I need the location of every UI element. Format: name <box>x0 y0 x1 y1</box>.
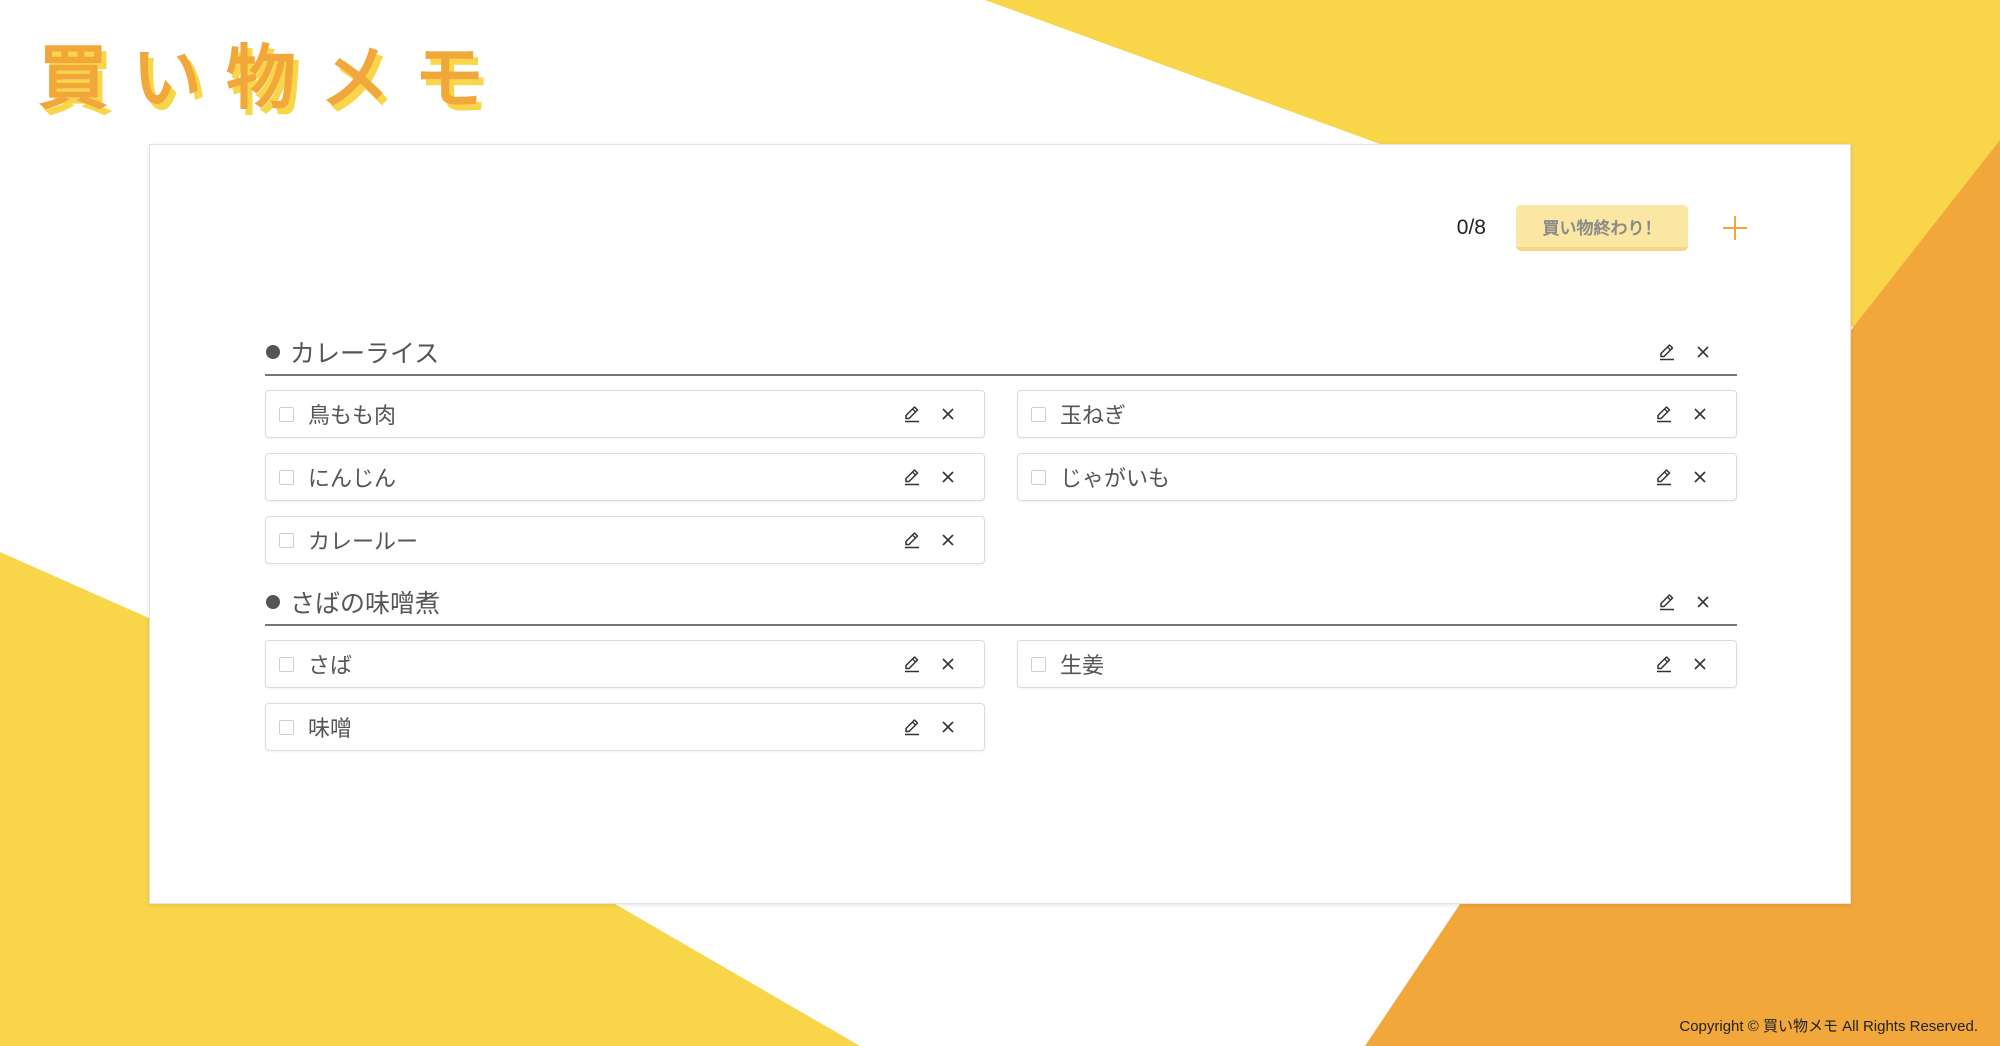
item-actions <box>900 465 960 489</box>
section-header: カレーライス <box>265 330 1737 376</box>
bullet-icon <box>266 595 280 609</box>
item-checkbox[interactable] <box>279 406 294 422</box>
shopping-list-card: 0/8 買い物終わり！ カレーライス鳥もも肉 玉ねぎにんじん じゃがいもカレールーさ… <box>149 144 1851 904</box>
item-actions <box>1652 465 1712 489</box>
item-grid: さば 生姜味噌 <box>265 640 1737 751</box>
item-label: 鳥もも肉 <box>308 404 397 429</box>
item-checkbox[interactable] <box>1031 469 1046 485</box>
section-actions <box>1655 590 1715 614</box>
pencil-icon[interactable] <box>1655 340 1679 364</box>
item-label: にんじん <box>308 467 397 492</box>
close-icon[interactable] <box>1688 652 1712 676</box>
progress-counter: 0/8 <box>1456 216 1486 239</box>
list-item: 鳥もも肉 <box>265 390 985 438</box>
pencil-icon[interactable] <box>1652 652 1676 676</box>
page: 買い物メモ 0/8 買い物終わり！ カレーライス鳥もも肉 玉ねぎにんじん じゃがいも… <box>0 0 2000 1046</box>
item-actions <box>900 652 960 676</box>
section-header: さばの味噌煮 <box>265 580 1737 626</box>
item-actions <box>900 402 960 426</box>
sections-container: カレーライス鳥もも肉 玉ねぎにんじん じゃがいもカレールーさばの味噌煮さば 生姜味噌 <box>265 330 1737 767</box>
list-item: 玉ねぎ <box>1017 390 1737 438</box>
item-label: カレールー <box>308 530 419 555</box>
finish-shopping-button[interactable]: 買い物終わり！ <box>1516 205 1688 251</box>
close-icon[interactable] <box>1691 340 1715 364</box>
toolbar: 0/8 買い物終わり！ <box>1457 205 1752 251</box>
copyright-footer: Copyright © 買い物メモ All Rights Reserved. <box>1679 1018 1978 1035</box>
list-item: にんじん <box>265 453 985 501</box>
close-icon[interactable] <box>936 465 960 489</box>
close-icon[interactable] <box>1688 402 1712 426</box>
plus-icon[interactable] <box>1718 211 1752 245</box>
section-title: カレーライス <box>290 339 440 368</box>
pencil-icon[interactable] <box>900 652 924 676</box>
list-item: 味噌 <box>265 703 985 751</box>
close-icon[interactable] <box>936 652 960 676</box>
close-icon[interactable] <box>936 528 960 552</box>
item-label: じゃがいも <box>1060 467 1171 492</box>
list-item: 生姜 <box>1017 640 1737 688</box>
close-icon[interactable] <box>1691 590 1715 614</box>
item-label: 玉ねぎ <box>1060 404 1127 429</box>
item-label: さば <box>308 654 353 679</box>
list-item: じゃがいも <box>1017 453 1737 501</box>
section-actions <box>1655 340 1715 364</box>
pencil-icon[interactable] <box>1655 590 1679 614</box>
bullet-icon <box>266 345 280 359</box>
pencil-icon[interactable] <box>900 715 924 739</box>
section-title: さばの味噌煮 <box>290 589 441 618</box>
close-icon[interactable] <box>1688 465 1712 489</box>
item-checkbox[interactable] <box>279 469 294 485</box>
list-item: カレールー <box>265 516 985 564</box>
close-icon[interactable] <box>936 402 960 426</box>
pencil-icon[interactable] <box>1652 465 1676 489</box>
item-actions <box>1652 652 1712 676</box>
pencil-icon[interactable] <box>900 465 924 489</box>
item-label: 生姜 <box>1060 654 1105 679</box>
item-checkbox[interactable] <box>279 656 294 672</box>
item-actions <box>900 715 960 739</box>
close-icon[interactable] <box>936 715 960 739</box>
item-checkbox[interactable] <box>279 532 294 548</box>
item-checkbox[interactable] <box>1031 406 1046 422</box>
pencil-icon[interactable] <box>900 528 924 552</box>
pencil-icon[interactable] <box>900 402 924 426</box>
pencil-icon[interactable] <box>1652 402 1676 426</box>
item-checkbox[interactable] <box>1031 656 1046 672</box>
app-logo: 買い物メモ <box>38 37 508 119</box>
item-actions <box>900 528 960 552</box>
item-label: 味噌 <box>308 717 353 742</box>
item-actions <box>1652 402 1712 426</box>
item-checkbox[interactable] <box>279 719 294 735</box>
list-item: さば <box>265 640 985 688</box>
item-grid: 鳥もも肉 玉ねぎにんじん じゃがいもカレールー <box>265 390 1737 564</box>
